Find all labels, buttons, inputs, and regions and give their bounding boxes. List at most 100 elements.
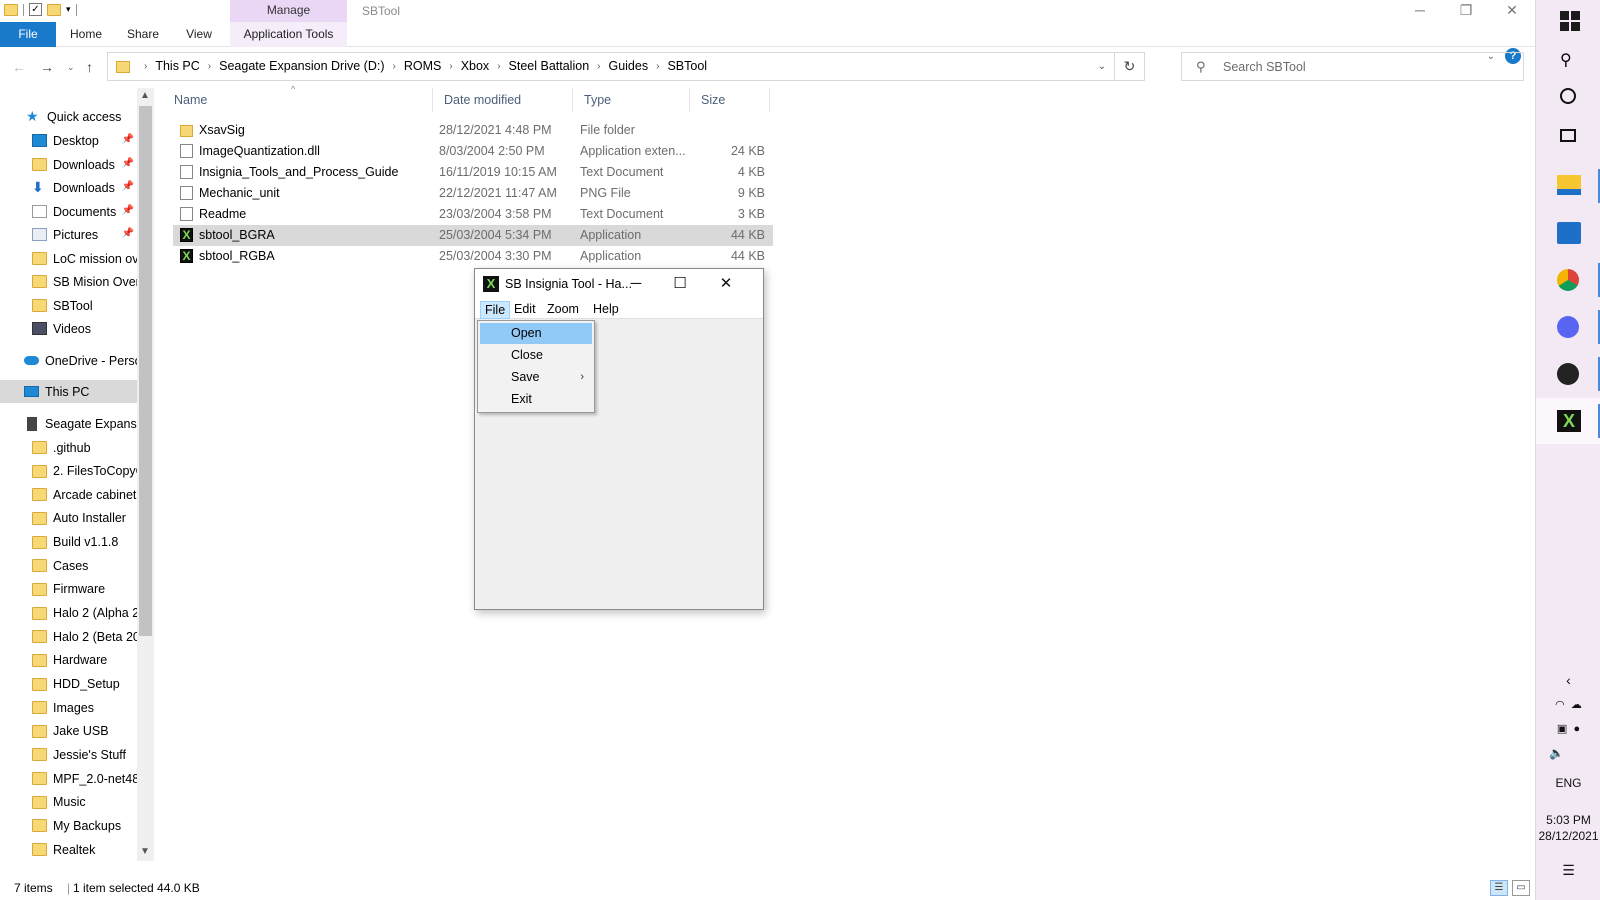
- task-view-button[interactable]: [1536, 116, 1600, 162]
- nav-item-folder[interactable]: MPF_2.0-net48: [32, 767, 140, 790]
- large-icons-view-icon[interactable]: ▭: [1512, 880, 1530, 896]
- camera-icon[interactable]: ▣: [1557, 723, 1567, 735]
- show-hidden-icons[interactable]: ‹: [1536, 672, 1600, 688]
- close-button[interactable]: ✕: [707, 272, 745, 296]
- file-row[interactable]: XsavSig 28/12/2021 4:48 PM File folder: [173, 120, 773, 141]
- onedrive-icon[interactable]: ☁: [1571, 699, 1582, 711]
- forward-icon[interactable]: →: [40, 59, 54, 75]
- breadcrumb-item[interactable]: ROMS: [404, 59, 442, 73]
- breadcrumb-item[interactable]: Steel Battalion: [509, 59, 590, 73]
- new-folder-icon[interactable]: [47, 3, 61, 16]
- nav-item-folder[interactable]: Arcade cabinet: [32, 483, 140, 506]
- address-bar[interactable]: › This PC › Seagate Expansion Drive (D:)…: [107, 52, 1145, 81]
- nav-item-folder[interactable]: LoC mission ove: [32, 247, 140, 270]
- nav-item-onedrive[interactable]: OneDrive - Persor: [24, 349, 140, 372]
- microphone-icon[interactable]: ●: [1573, 723, 1580, 735]
- file-row[interactable]: Xsbtool_BGRA 25/03/2004 5:34 PM Applicatio…: [173, 225, 773, 246]
- back-icon[interactable]: ←: [12, 59, 26, 75]
- search-input[interactable]: ⚲ Search SBTool: [1181, 52, 1524, 81]
- taskbar-discord[interactable]: [1536, 304, 1600, 350]
- menu-edit[interactable]: Edit: [510, 301, 540, 319]
- notifications-icon[interactable]: ☰: [1536, 862, 1600, 879]
- file-row[interactable]: Mechanic_unit 22/12/2021 11:47 AM PNG File…: [173, 183, 773, 204]
- file-row[interactable]: Insignia_Tools_and_Process_Guide 16/11/20…: [173, 162, 773, 183]
- nav-item-drive[interactable]: Seagate Expansior: [24, 412, 140, 435]
- taskbar-sbtool[interactable]: X: [1536, 398, 1600, 444]
- minimize-button[interactable]: ─: [617, 272, 655, 296]
- close-button[interactable]: ✕: [1489, 0, 1535, 22]
- taskbar-obs[interactable]: [1536, 351, 1600, 397]
- taskbar-file-explorer[interactable]: [1536, 163, 1600, 209]
- menu-item-open[interactable]: Open: [480, 323, 592, 344]
- nav-item-folder[interactable]: SB Mision Overv: [32, 270, 140, 293]
- taskbar-chrome[interactable]: [1536, 257, 1600, 303]
- nav-item-folder[interactable]: Halo 2 (Beta 200: [32, 625, 140, 648]
- menu-item-save[interactable]: Save ›: [480, 367, 592, 388]
- nav-item-documents[interactable]: Documents 📌: [32, 200, 140, 223]
- nav-item-folder[interactable]: Halo 2 (Alpha 20: [32, 602, 140, 625]
- nav-item-downloads[interactable]: Downloads 📌: [32, 153, 140, 176]
- tab-application-tools[interactable]: Application Tools: [230, 22, 347, 47]
- details-view-icon[interactable]: ☰: [1490, 880, 1508, 896]
- recent-locations-icon[interactable]: ⌄: [67, 62, 75, 73]
- nav-item-desktop[interactable]: Desktop 📌: [32, 129, 140, 152]
- nav-item-folder[interactable]: Jake USB: [32, 720, 140, 743]
- nav-item-folder[interactable]: Hardware: [32, 649, 140, 672]
- tab-share[interactable]: Share: [118, 22, 168, 47]
- nav-item-folder[interactable]: Cases: [32, 554, 140, 577]
- breadcrumb-item[interactable]: Seagate Expansion Drive (D:): [219, 59, 384, 73]
- nav-item-folder[interactable]: My Backups: [32, 814, 140, 837]
- nav-item-sbtool[interactable]: SBTool: [32, 294, 140, 317]
- nav-item-folder[interactable]: Images: [32, 696, 140, 719]
- column-header-date[interactable]: Date modified: [433, 88, 573, 112]
- scroll-up-icon[interactable]: ▲: [140, 90, 150, 101]
- file-row[interactable]: Xsbtool_RGBA 25/03/2004 3:30 PM Applicatio…: [173, 246, 773, 267]
- nav-item-folder[interactable]: Auto Installer: [32, 507, 140, 530]
- column-header-name[interactable]: Name: [163, 88, 433, 112]
- column-header-type[interactable]: Type: [573, 88, 690, 112]
- nav-item-folder[interactable]: Realtek: [32, 838, 140, 861]
- up-icon[interactable]: ↑: [86, 59, 93, 75]
- maximize-button[interactable]: ☐: [661, 272, 699, 296]
- minimize-button[interactable]: ─: [1397, 0, 1443, 22]
- breadcrumb-item[interactable]: Xbox: [461, 59, 490, 73]
- clock-date[interactable]: 28/12/2021: [1536, 829, 1600, 843]
- nav-item-folder[interactable]: Jessie's Stuff: [32, 743, 140, 766]
- breadcrumb-item[interactable]: Guides: [608, 59, 648, 73]
- file-row[interactable]: Readme 23/03/2004 3:58 PM Text Document 3 K…: [173, 204, 773, 225]
- menu-zoom[interactable]: Zoom: [543, 301, 583, 319]
- language-indicator[interactable]: ENG: [1536, 776, 1600, 790]
- nav-item-folder[interactable]: 2. FilesToCopyO: [32, 460, 140, 483]
- nav-item-folder[interactable]: Firmware: [32, 578, 140, 601]
- column-header-size[interactable]: Size: [690, 88, 770, 112]
- menu-item-exit[interactable]: Exit: [480, 389, 592, 410]
- restore-button[interactable]: ❐: [1443, 0, 1489, 22]
- nav-item-videos[interactable]: Videos: [32, 317, 140, 340]
- address-history-icon[interactable]: ⌄: [1098, 61, 1106, 72]
- refresh-icon[interactable]: ↻: [1114, 53, 1144, 80]
- breadcrumb-item[interactable]: SBTool: [667, 59, 707, 73]
- wifi-icon[interactable]: ◠: [1555, 699, 1565, 711]
- nav-item-this-pc[interactable]: This PC: [0, 380, 140, 403]
- clock-time[interactable]: 5:03 PM: [1536, 813, 1600, 827]
- tab-view[interactable]: View: [176, 22, 222, 47]
- nav-item-folder[interactable]: .github: [32, 436, 140, 459]
- breadcrumb-item[interactable]: This PC: [155, 59, 199, 73]
- taskbar-store[interactable]: [1536, 210, 1600, 256]
- navigation-scrollbar[interactable]: ▲ ▼: [137, 88, 154, 861]
- menu-file[interactable]: File: [480, 301, 511, 319]
- tab-home[interactable]: Home: [62, 22, 110, 47]
- manage-contextual-tab[interactable]: Manage: [230, 0, 347, 22]
- menu-help[interactable]: Help: [589, 301, 623, 319]
- file-row[interactable]: ImageQuantization.dll 8/03/2004 2:50 PM Ap…: [173, 141, 773, 162]
- menu-item-close[interactable]: Close: [480, 345, 592, 366]
- nav-item-folder[interactable]: Music: [32, 791, 140, 814]
- nav-item-folder[interactable]: HDD_Setup: [32, 673, 140, 696]
- properties-icon[interactable]: ✓: [29, 3, 42, 16]
- tab-file[interactable]: File: [0, 22, 56, 47]
- nav-item-pictures[interactable]: Pictures 📌: [32, 223, 140, 246]
- customize-toolbar-icon[interactable]: ▾: [66, 4, 71, 15]
- scrollbar-thumb[interactable]: [139, 106, 152, 636]
- nav-item-folder[interactable]: Build v1.1.8: [32, 531, 140, 554]
- volume-icon[interactable]: 🔈: [1536, 746, 1600, 760]
